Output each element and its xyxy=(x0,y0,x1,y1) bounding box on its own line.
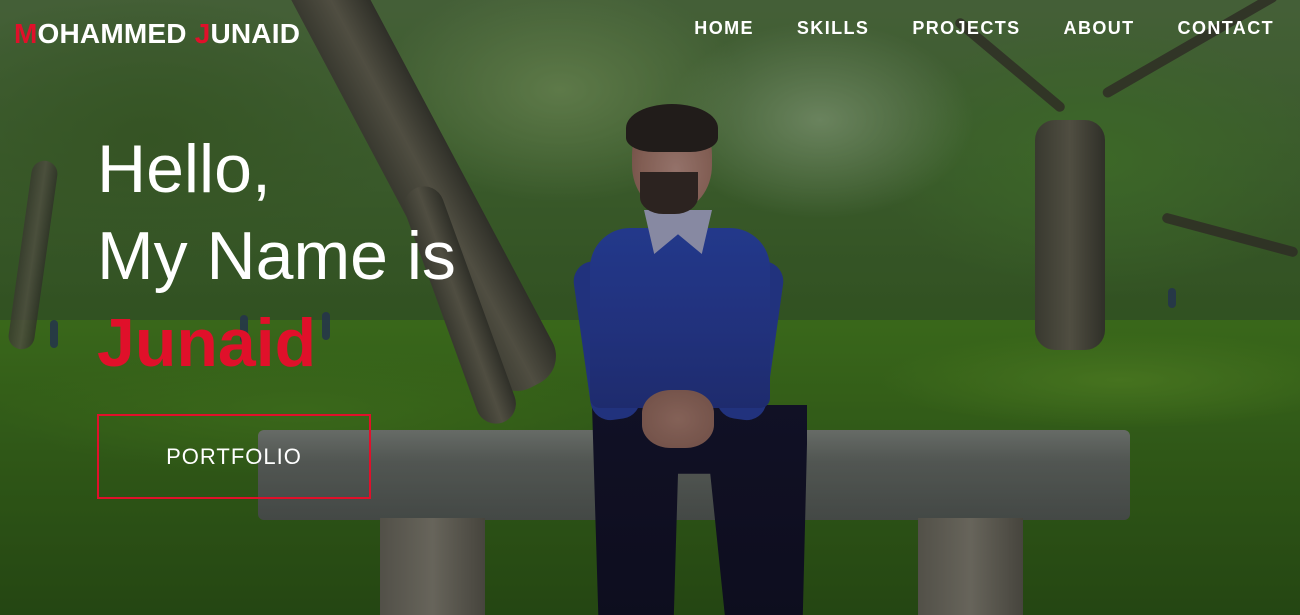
nav-link-skills[interactable]: SKILLS xyxy=(797,18,869,39)
hero-intro-line: My Name is xyxy=(97,218,456,294)
logo-first-name: OHAMMED xyxy=(37,18,187,49)
logo-last-name: UNAID xyxy=(210,18,301,49)
nav-menu: HOME SKILLS PROJECTS ABOUT CONTACT xyxy=(651,18,1274,39)
site-logo[interactable]: MOHAMMED JUNAID xyxy=(14,18,300,50)
portfolio-button[interactable]: PORTFOLIO xyxy=(97,414,371,499)
nav-link-about[interactable]: ABOUT xyxy=(1064,18,1135,39)
nav-link-projects[interactable]: PROJECTS xyxy=(912,18,1020,39)
hero-intro: Hello, My Name is Junaid xyxy=(97,126,456,387)
hero-name: Junaid xyxy=(97,305,317,381)
hero-section: MOHAMMED JUNAID HOME SKILLS PROJECTS ABO… xyxy=(0,0,1300,615)
logo-initial-m: M xyxy=(14,18,38,49)
hero-greeting: Hello, xyxy=(97,131,271,207)
top-navbar: MOHAMMED JUNAID HOME SKILLS PROJECTS ABO… xyxy=(0,0,1300,68)
nav-link-contact[interactable]: CONTACT xyxy=(1178,18,1274,39)
logo-initial-j: J xyxy=(194,18,211,49)
nav-link-home[interactable]: HOME xyxy=(694,18,754,39)
